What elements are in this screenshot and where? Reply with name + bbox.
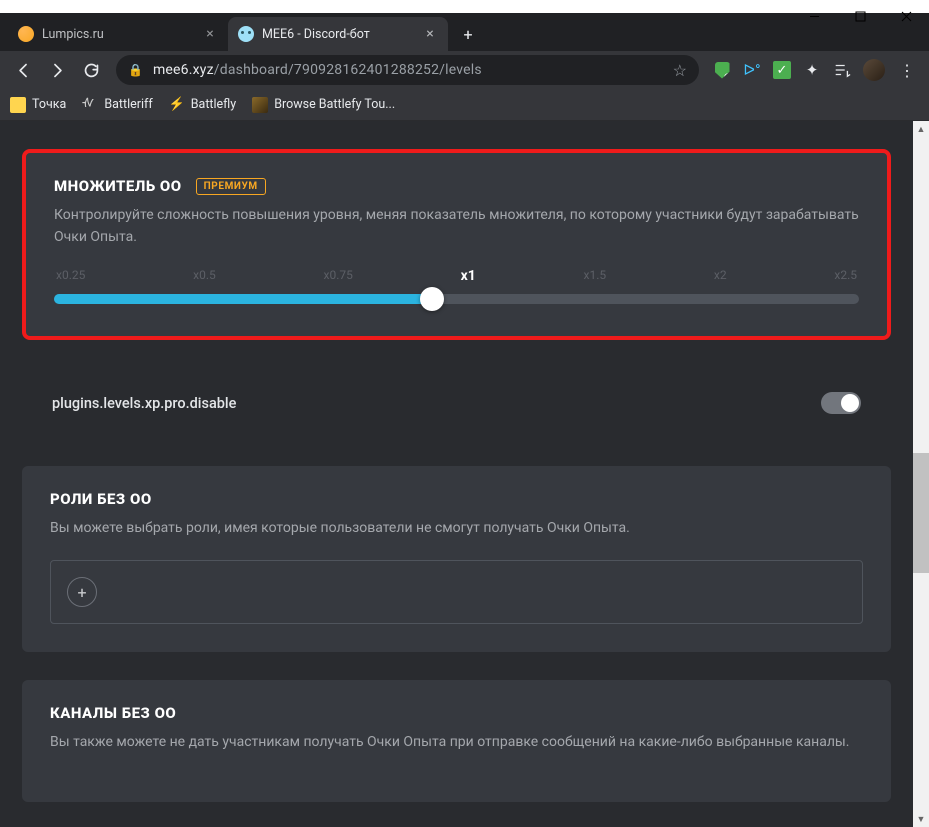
xp-multiplier-slider[interactable] — [54, 294, 859, 304]
bookmarks-bar: Точка Battleriff Battlefly Browse Battle… — [0, 89, 929, 121]
url-text: mee6.xyz/dashboard/790928162401288252/le… — [153, 62, 482, 78]
section-title: РОЛИ БЕЗ ОО — [50, 490, 152, 508]
tab-lumpics[interactable]: Lumpics.ru × — [8, 17, 228, 51]
section-title: МНОЖИТЕЛЬ ОО — [54, 177, 182, 195]
slider-mark: x0.25 — [56, 268, 85, 284]
profile-avatar[interactable] — [863, 59, 885, 81]
tab-strip: Lumpics.ru × MEE6 - Discord-бот × + — [0, 13, 929, 51]
xp-pro-disable-row: plugins.levels.xp.pro.disable — [22, 368, 891, 438]
section-description: Вы можете выбрать роли, имея которые пол… — [50, 518, 863, 540]
new-tab-button[interactable]: + — [454, 20, 482, 48]
toggle-thumb — [841, 394, 859, 412]
slider-mark: x0.5 — [193, 268, 216, 284]
bookmark-label: Battlefly — [191, 97, 236, 112]
scrollbar-thumb[interactable] — [913, 453, 929, 573]
lock-icon: 🔒 — [128, 63, 143, 77]
scrollbar-track[interactable]: ▲ ▼ — [913, 121, 929, 827]
back-button[interactable] — [8, 55, 38, 85]
slider-fill — [54, 294, 432, 304]
favicon-lumpics — [18, 26, 34, 42]
slider-thumb[interactable] — [420, 287, 444, 311]
roles-selector-box: + — [50, 560, 863, 624]
section-description: Вы также можете не дать участникам получ… — [50, 732, 863, 754]
add-role-button[interactable]: + — [67, 577, 97, 607]
bookmark-item[interactable]: Точка — [10, 97, 66, 113]
slider-mark: x2 — [714, 268, 727, 284]
scroll-up-button[interactable]: ▲ — [913, 121, 929, 137]
section-description: Контролируйте сложность повышения уровня… — [54, 205, 859, 248]
tab-mee6[interactable]: MEE6 - Discord-бот × — [228, 17, 448, 51]
bookmark-favicon — [82, 97, 98, 113]
browser-window: Lumpics.ru × MEE6 - Discord-бот × + 🔒 me… — [0, 0, 929, 827]
bookmark-star-icon[interactable]: ☆ — [673, 61, 687, 80]
bookmark-favicon — [252, 97, 268, 113]
bookmark-label: Browse Battlefy Tou... — [274, 97, 395, 112]
browser-toolbar: 🔒 mee6.xyz/dashboard/790928162401288252/… — [0, 51, 929, 89]
reading-list-icon[interactable] — [832, 60, 852, 80]
minimize-button[interactable] — [791, 0, 837, 32]
section-title: КАНАЛЫ БЕЗ ОО — [50, 704, 176, 722]
bookmark-item[interactable]: Browse Battlefy Tou... — [252, 97, 395, 113]
bookmark-label: Точка — [32, 97, 66, 112]
address-bar[interactable]: 🔒 mee6.xyz/dashboard/790928162401288252/… — [116, 55, 699, 85]
premium-badge: ПРЕМИУМ — [196, 178, 266, 195]
extension-icon[interactable]: ᐅ° — [742, 60, 762, 80]
slider-labels: x0.25 x0.5 x0.75 x1 x1.5 x2 x2.5 — [54, 268, 859, 284]
close-window-button[interactable] — [883, 0, 929, 32]
bookmark-favicon — [10, 97, 26, 113]
slider-mark: x1.5 — [584, 268, 607, 284]
tab-title: Lumpics.ru — [42, 27, 198, 42]
maximize-button[interactable] — [837, 0, 883, 32]
no-xp-channels-section: КАНАЛЫ БЕЗ ОО Вы также можете не дать уч… — [22, 680, 891, 802]
bookmark-item[interactable]: Battlefly — [169, 97, 236, 113]
reload-button[interactable] — [76, 55, 106, 85]
slider-mark: x0.75 — [324, 268, 353, 284]
favicon-mee6 — [238, 26, 254, 42]
slider-mark: x2.5 — [834, 268, 857, 284]
bookmark-label: Battleriff — [104, 97, 152, 112]
tab-title: MEE6 - Discord-бот — [262, 27, 418, 42]
extensions-puzzle-icon[interactable]: ✦ — [802, 60, 822, 80]
close-tab-icon[interactable]: × — [202, 26, 218, 42]
xp-multiplier-section: МНОЖИТЕЛЬ ОО ПРЕМИУМ Контролируйте сложн… — [22, 149, 891, 340]
page-content: МНОЖИТЕЛЬ ОО ПРЕМИУМ Контролируйте сложн… — [0, 121, 929, 827]
scroll-down-button[interactable]: ▼ — [913, 811, 929, 827]
browser-menu-button[interactable]: ⋮ — [893, 61, 921, 80]
forward-button[interactable] — [42, 55, 72, 85]
bookmark-item[interactable]: Battleriff — [82, 97, 152, 113]
no-xp-roles-section: РОЛИ БЕЗ ОО Вы можете выбрать роли, имея… — [22, 466, 891, 652]
slider-mark-active: x1 — [461, 268, 476, 284]
page-content-wrap: ▲ ▼ МНОЖИТЕЛЬ ОО ПРЕМИУМ Контролируйте с… — [0, 121, 929, 827]
titlebar — [0, 0, 929, 13]
toggle-label: plugins.levels.xp.pro.disable — [52, 395, 236, 412]
bookmark-favicon — [169, 97, 185, 113]
close-tab-icon[interactable]: × — [422, 26, 438, 42]
checkmark-extension-icon[interactable]: ✓ — [772, 60, 792, 80]
xp-pro-disable-toggle[interactable] — [821, 392, 861, 414]
window-controls — [791, 0, 929, 32]
adblock-shield-icon[interactable]: 2 — [712, 60, 732, 80]
